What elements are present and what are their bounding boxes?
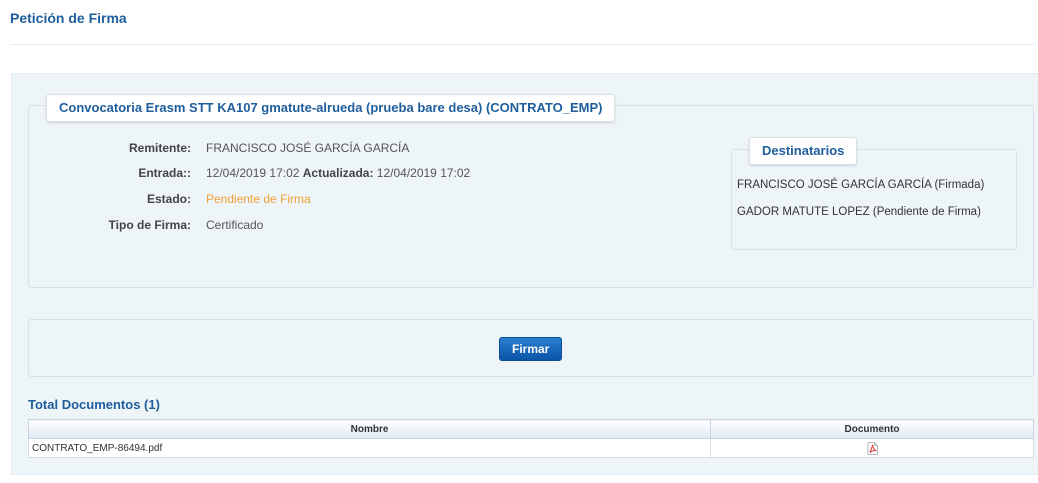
sign-type-value: Certificado <box>206 218 264 232</box>
recipients-legend: Destinatarios <box>749 137 858 165</box>
sender-value: FRANCISCO JOSÉ GARCÍA GARCÍA <box>206 141 410 155</box>
title-divider <box>10 44 1035 45</box>
entry-value-group: 12/04/2019 17:02 Actualizada: 12/04/2019… <box>206 165 470 181</box>
documents-table: Nombre Documento CONTRATO_EMP-86494.pdf <box>27 419 1034 458</box>
recipient-item: FRANCISCO JOSÉ GARCÍA GARCÍA (Firmada) <box>737 179 985 191</box>
recipient-item: GADOR MATUTE LOPEZ (Pendiente de Firma) <box>737 206 981 218</box>
request-subject-legend: Convocatoria Erasm STT KA107 gmatute-alr… <box>46 94 616 122</box>
request-details-fieldset: Convocatoria Erasm STT KA107 gmatute-alr… <box>28 94 1034 288</box>
table-row: CONTRATO_EMP-86494.pdf <box>27 438 1034 458</box>
pdf-icon[interactable] <box>867 441 878 455</box>
entry-label: Entrada:: <box>138 166 191 180</box>
document-download-cell <box>710 438 1034 458</box>
updated-label: Actualizada: <box>302 166 374 180</box>
actions-panel: Firmar <box>28 319 1034 377</box>
recipients-fieldset: Destinatarios FRANCISCO JOSÉ GARCÍA GARC… <box>731 137 1017 250</box>
column-header-document[interactable]: Documento <box>710 419 1034 439</box>
page-title: Petición de Firma <box>10 10 127 26</box>
sign-type-label: Tipo de Firma: <box>108 218 191 232</box>
documents-title: Total Documentos (1) <box>28 397 160 412</box>
sender-label: Remitente: <box>128 141 191 155</box>
updated-date: 12/04/2019 17:02 <box>376 166 471 180</box>
entry-date: 12/04/2019 17:02 <box>206 166 300 180</box>
table-header-row: Nombre Documento <box>27 419 1034 439</box>
sign-button[interactable]: Firmar <box>499 337 563 361</box>
status-value: Pendiente de Firma <box>206 192 311 206</box>
status-label: Estado: <box>146 192 191 206</box>
column-header-name[interactable]: Nombre <box>27 419 712 439</box>
document-name-cell: CONTRATO_EMP-86494.pdf <box>27 438 712 458</box>
main-panel: Convocatoria Erasm STT KA107 gmatute-alr… <box>11 73 1038 475</box>
